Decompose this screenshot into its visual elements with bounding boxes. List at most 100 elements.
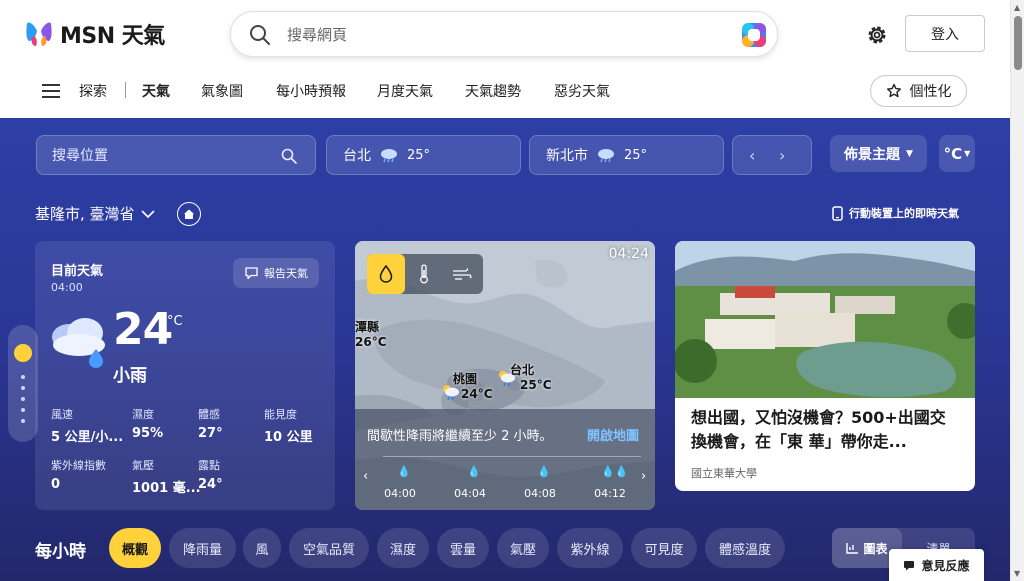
chevron-left-icon[interactable]: ‹ [363, 469, 368, 484]
chat-bubble-icon [245, 267, 258, 280]
nav-item-weather[interactable]: 天氣 [142, 81, 170, 101]
mobile-weather-link[interactable]: 行動裝置上的即時天氣 [832, 205, 959, 221]
chevron-right-icon[interactable]: › [779, 146, 785, 165]
map-city-temp: 26°C [355, 335, 387, 349]
stat-value: 1001 毫... [132, 481, 201, 496]
location-selector[interactable]: 基隆市, 臺灣省 [35, 203, 155, 224]
search-icon [250, 25, 270, 45]
personalize-button[interactable]: 個性化 [870, 75, 967, 107]
thermometer-icon [420, 264, 428, 284]
location-chip-name: 新北市 [546, 148, 588, 164]
temperature-layer-button[interactable] [405, 254, 443, 294]
stat-visibility: 能見度 10 公里 [264, 406, 313, 445]
tab-air-quality[interactable]: 空氣品質 [289, 528, 369, 568]
stat-label: 能見度 [264, 408, 297, 421]
nav-item-explore[interactable]: 探索 [79, 81, 107, 101]
menu-icon[interactable] [42, 84, 60, 98]
map-timestamp: 04:24 [608, 246, 649, 262]
raindrop-icon [379, 265, 393, 283]
news-headline[interactable]: 想出國，又怕沒機會？500+出國交換機會，在「東 華」帶你走... [691, 406, 961, 454]
raindrop-icon: 💧 [467, 465, 481, 478]
stat-value: 27° [198, 426, 223, 441]
timeline-time[interactable]: 04:00 [380, 487, 420, 500]
location-search-input[interactable] [52, 146, 252, 166]
stat-feels-like: 體感 27° [198, 406, 223, 441]
map-city-temp: 25°C [520, 378, 552, 392]
chart-view-label: 圖表 [863, 541, 888, 556]
radar-map-card[interactable]: 04:24 潭縣 26°C 桃園 24°C 台北 25°C 間歇性降雨將繼續至少… [355, 241, 655, 510]
timeline-track[interactable] [383, 456, 641, 457]
stat-wind: 風速 5 公里/小... [51, 406, 123, 445]
copilot-icon[interactable] [739, 20, 769, 50]
tab-feels-like[interactable]: 體感溫度 [705, 528, 785, 568]
location-chip-name: 台北 [343, 148, 371, 164]
timeline-time[interactable]: 04:12 [590, 487, 630, 500]
butterfly-logo-icon [26, 22, 52, 46]
rain-cloud-icon [381, 149, 397, 163]
page-scrollbar[interactable]: ▲ ▼ [1010, 0, 1024, 581]
tab-visibility[interactable]: 可見度 [631, 528, 697, 568]
tab-pressure[interactable]: 氣壓 [497, 528, 549, 568]
chevron-right-icon[interactable]: › [641, 469, 646, 484]
current-temperature: 24 [113, 304, 173, 355]
tab-cloud-cover[interactable]: 雲量 [437, 528, 489, 568]
tab-uv[interactable]: 紫外線 [557, 528, 623, 568]
scrollbar-thumb[interactable] [1014, 16, 1022, 70]
raindrop-icon: 💧💧 [601, 465, 629, 478]
rail-dot[interactable] [21, 386, 25, 390]
location-chip-taipei[interactable]: 台北 25° [326, 135, 521, 175]
rail-dot[interactable] [21, 408, 25, 412]
gear-icon[interactable] [864, 22, 890, 48]
search-icon[interactable] [281, 148, 297, 164]
theme-button[interactable]: 佈景主題 ▼ [830, 135, 927, 172]
tab-precipitation[interactable]: 降雨量 [169, 528, 236, 568]
location-search-box[interactable] [36, 135, 316, 175]
msn-logo[interactable]: MSN 天氣 [24, 18, 165, 50]
logo-text: MSN 天氣 [60, 24, 165, 49]
chevron-left-icon[interactable]: ‹ [749, 146, 755, 165]
side-rail[interactable] [8, 325, 38, 442]
nav-divider [125, 82, 126, 98]
login-button[interactable]: 登入 [905, 15, 985, 52]
tab-overview[interactable]: 概觀 [109, 528, 161, 568]
map-city-temp: 24°C [461, 387, 493, 401]
stat-humidity: 濕度 95% [132, 406, 163, 441]
scroll-up-icon[interactable]: ▲ [1014, 3, 1020, 12]
location-chip-partial[interactable] [732, 135, 812, 175]
home-icon[interactable] [177, 202, 201, 226]
mobile-link-label: 行動裝置上的即時天氣 [849, 207, 959, 220]
rail-dot[interactable] [21, 375, 25, 379]
report-weather-button[interactable]: 報告天氣 [233, 258, 319, 288]
nav-item-hourly[interactable]: 每小時預報 [276, 81, 346, 101]
hourly-section-title: 每小時 [35, 542, 86, 562]
scroll-down-icon[interactable]: ▼ [1014, 569, 1020, 578]
unit-label: °C [943, 144, 963, 163]
timeline-time[interactable]: 04:04 [450, 487, 490, 500]
map-forecast-panel: 間歇性降雨將繼續至少 2 小時。 開啟地圖 💧 💧 💧 💧💧 04:00 04:… [355, 409, 655, 510]
unit-button[interactable]: °C ▼ [939, 135, 975, 172]
nav-item-weather-map[interactable]: 氣象圖 [201, 81, 243, 101]
current-condition: 小雨 [113, 366, 147, 386]
tab-humidity[interactable]: 濕度 [377, 528, 429, 568]
timeline-time[interactable]: 04:08 [520, 487, 560, 500]
map-layer-toolbar [367, 254, 483, 294]
stat-label: 紫外線指數 [51, 459, 106, 472]
nav-item-trends[interactable]: 天氣趨勢 [465, 81, 521, 101]
wind-layer-button[interactable] [443, 254, 481, 294]
rail-dot[interactable] [21, 397, 25, 401]
nav-item-severe[interactable]: 惡劣天氣 [554, 81, 610, 101]
rail-dot[interactable] [21, 419, 25, 423]
news-card[interactable]: 想出國，又怕沒機會？500+出國交換機會，在「東 華」帶你走... 國立東華大學 [675, 241, 975, 491]
open-map-link[interactable]: 開啟地圖 [587, 425, 639, 444]
temperature-unit: °C [167, 314, 183, 329]
nav-item-monthly[interactable]: 月度天氣 [377, 81, 433, 101]
precipitation-layer-button[interactable] [367, 254, 405, 294]
tab-wind[interactable]: 風 [243, 528, 281, 568]
personalize-label: 個性化 [909, 84, 952, 100]
feedback-button[interactable]: 意見反應 [889, 549, 984, 581]
web-search-box[interactable] [230, 11, 778, 57]
location-chip-new-taipei[interactable]: 新北市 25° [529, 135, 724, 175]
raindrop-icon: 💧 [537, 465, 551, 478]
sun-icon[interactable] [14, 344, 32, 362]
web-search-input[interactable] [287, 22, 707, 48]
